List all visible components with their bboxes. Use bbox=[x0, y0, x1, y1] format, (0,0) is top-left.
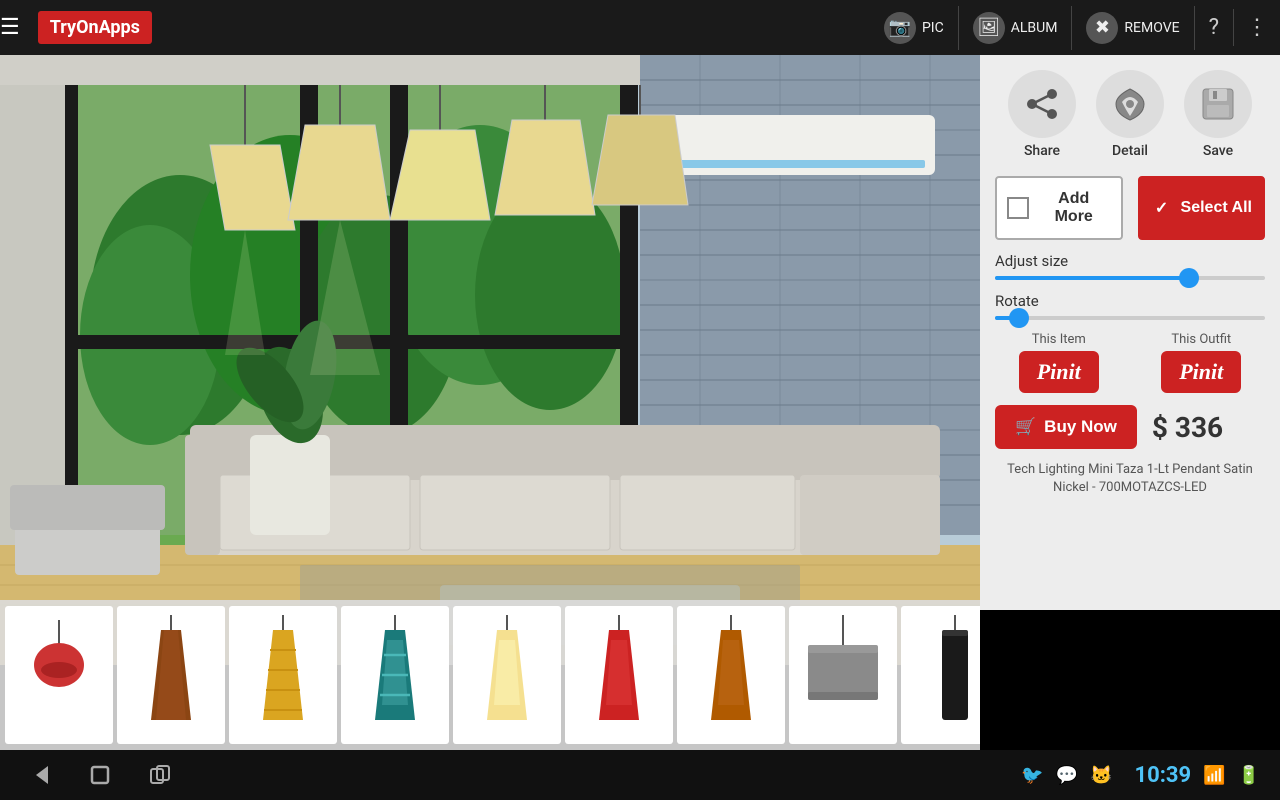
pinit-this-item-button[interactable]: Pinit bbox=[1019, 351, 1099, 393]
thumbnail-1[interactable] bbox=[5, 606, 113, 744]
camera-icon: 📷 bbox=[884, 12, 916, 44]
album-icon: 🖼 bbox=[973, 12, 1005, 44]
status-icons: 🐦 💬 🐱 10:39 📶 🔋 bbox=[1021, 763, 1260, 788]
thumbnail-4[interactable] bbox=[341, 606, 449, 744]
add-more-button[interactable]: Add More bbox=[995, 176, 1123, 240]
home-button[interactable] bbox=[80, 755, 120, 795]
rotate-thumb[interactable] bbox=[1009, 308, 1029, 328]
thumbnail-2[interactable] bbox=[117, 606, 225, 744]
help-button[interactable]: ? bbox=[1195, 9, 1234, 46]
adjust-size-section: Adjust size bbox=[995, 252, 1265, 280]
pinit-this-outfit-button[interactable]: Pinit bbox=[1161, 351, 1241, 393]
select-all-button[interactable]: ✓ Select All bbox=[1138, 176, 1266, 240]
status-bar: 🐦 💬 🐱 10:39 📶 🔋 bbox=[0, 750, 1280, 800]
add-more-checkbox bbox=[1007, 197, 1029, 219]
time-display: 10:39 bbox=[1134, 763, 1191, 788]
more-options-button[interactable]: ⋮ bbox=[1234, 15, 1280, 40]
thumbnail-9[interactable] bbox=[901, 606, 980, 744]
back-button[interactable] bbox=[20, 755, 60, 795]
pinit-row: This Item Pinit This Outfit Pinit bbox=[995, 332, 1265, 393]
panel-icons-row: Share Detail Save bbox=[1008, 70, 1252, 159]
action-buttons-row: Add More ✓ Select All bbox=[995, 176, 1265, 240]
save-button[interactable]: Save bbox=[1184, 70, 1252, 159]
album-button[interactable]: 🖼 ALBUM bbox=[959, 6, 1073, 50]
thumbnail-8[interactable] bbox=[789, 606, 897, 744]
adjust-size-slider[interactable] bbox=[995, 276, 1265, 280]
pinit-this-item-section: This Item Pinit bbox=[995, 332, 1123, 393]
adjust-size-thumb[interactable] bbox=[1179, 268, 1199, 288]
remove-button[interactable]: ✖ REMOVE bbox=[1072, 6, 1194, 50]
notification-icon: 🐱 bbox=[1090, 765, 1112, 786]
rotate-section: Rotate bbox=[995, 292, 1265, 320]
app-logo: TryOnApps bbox=[38, 11, 152, 44]
battery-icon: 🔋 bbox=[1238, 765, 1260, 786]
scene-area bbox=[0, 0, 980, 610]
cart-icon: 🛒 bbox=[1015, 417, 1036, 437]
thumbnail-strip bbox=[0, 600, 980, 750]
thumbnail-5[interactable] bbox=[453, 606, 561, 744]
buy-row: 🛒 Buy Now $ 336 bbox=[995, 405, 1265, 449]
save-icon bbox=[1184, 70, 1252, 138]
pic-button[interactable]: 📷 PIC bbox=[870, 6, 959, 50]
remove-icon: ✖ bbox=[1086, 12, 1118, 44]
product-name: Tech Lighting Mini Taza 1-Lt Pendant Sat… bbox=[995, 461, 1265, 497]
rotate-slider[interactable] bbox=[995, 316, 1265, 320]
thumbnail-6[interactable] bbox=[565, 606, 673, 744]
right-panel: Share Detail Save bbox=[980, 55, 1280, 610]
wifi-icon: 📶 bbox=[1203, 765, 1225, 786]
thumbnail-3[interactable] bbox=[229, 606, 337, 744]
share-icon bbox=[1008, 70, 1076, 138]
share-button[interactable]: Share bbox=[1008, 70, 1076, 159]
menu-icon[interactable]: ☰ bbox=[0, 15, 20, 40]
pinit-this-outfit-section: This Outfit Pinit bbox=[1138, 332, 1266, 393]
select-all-checkbox: ✓ bbox=[1151, 197, 1173, 219]
thumbnail-7[interactable] bbox=[677, 606, 785, 744]
price-display: $ 336 bbox=[1152, 411, 1223, 444]
twitter-icon: 🐦 bbox=[1021, 765, 1043, 786]
detail-button[interactable]: Detail bbox=[1096, 70, 1164, 159]
detail-icon bbox=[1096, 70, 1164, 138]
chat-icon: 💬 bbox=[1056, 765, 1078, 786]
top-toolbar: ☰ TryOnApps 📷 PIC 🖼 ALBUM ✖ REMOVE ? ⋮ bbox=[0, 0, 1280, 55]
buy-now-button[interactable]: 🛒 Buy Now bbox=[995, 405, 1137, 449]
recents-button[interactable] bbox=[140, 755, 180, 795]
